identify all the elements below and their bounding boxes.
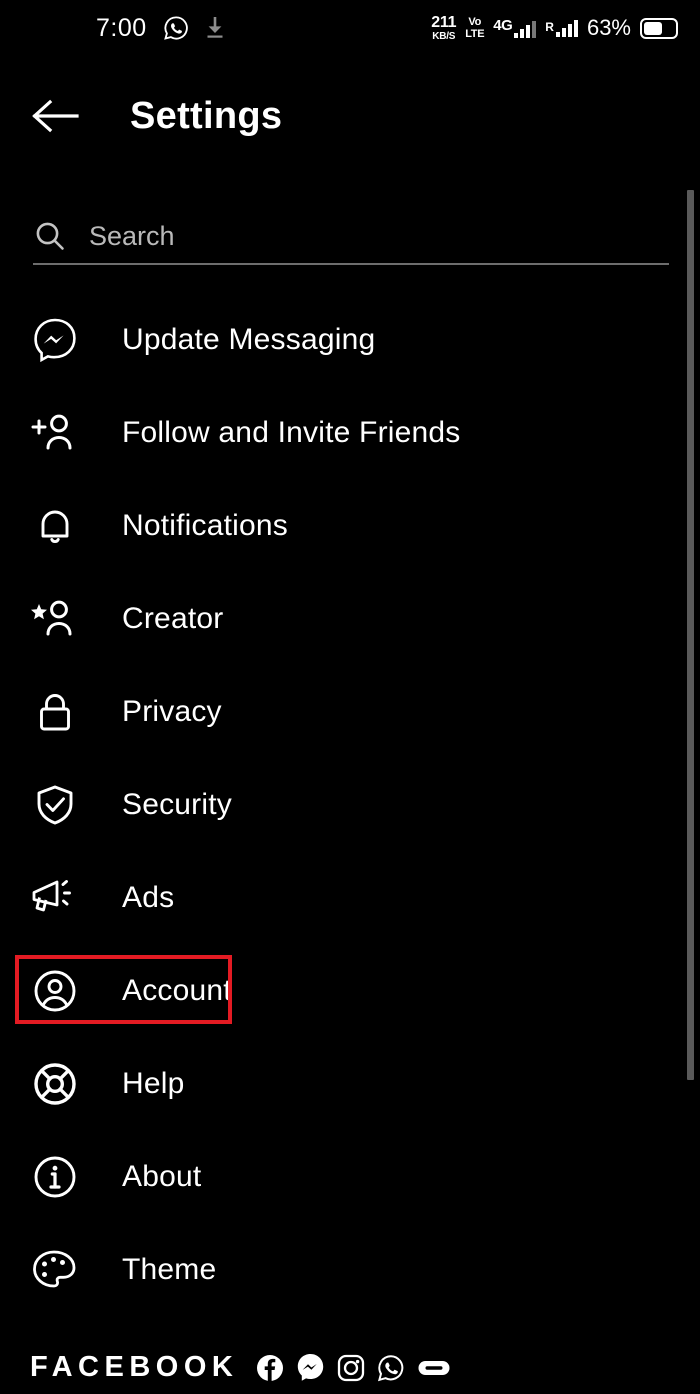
settings-item-label: Account <box>122 973 232 1007</box>
search-bar[interactable]: Search <box>33 210 669 265</box>
volte-line-1: Vo <box>468 15 482 28</box>
network-speed-unit: KB/S <box>432 30 456 42</box>
signal-bars-icon <box>514 20 537 38</box>
arrow-left-icon <box>29 96 81 136</box>
status-bar-left: 7:00 <box>96 15 225 41</box>
brand-icon-list <box>256 1353 451 1382</box>
status-bar: 7:00 211 KB/S Vo LTE 4G R 63% <box>0 0 700 56</box>
settings-item-label: Follow and Invite Friends <box>122 415 461 449</box>
settings-screen: 7:00 211 KB/S Vo LTE 4G R 63% Settings S… <box>0 0 700 1394</box>
person-add-icon <box>30 408 80 458</box>
volte-indicator: Vo LTE <box>465 15 485 40</box>
settings-item-label: Update Messaging <box>122 322 376 356</box>
mobile-signal-1: 4G <box>493 17 537 38</box>
settings-item-security[interactable]: Security <box>0 758 700 851</box>
person-star-icon <box>30 594 80 644</box>
app-header: Settings <box>0 74 700 158</box>
settings-item-label: Help <box>122 1066 185 1100</box>
settings-item-creator[interactable]: Creator <box>0 572 700 665</box>
network-speed-value: 211 <box>431 13 457 31</box>
footer-brand-bar: FACEBOOK <box>30 1351 451 1384</box>
search-input[interactable]: Search <box>89 221 175 252</box>
settings-item-label: Ads <box>122 880 175 914</box>
settings-item-about[interactable]: About <box>0 1130 700 1223</box>
settings-item-label: Notifications <box>122 508 289 542</box>
megaphone-icon <box>30 873 80 923</box>
settings-item-label: Privacy <box>122 694 222 728</box>
account-circle-icon <box>30 966 80 1016</box>
search-icon <box>33 219 67 253</box>
settings-item-label: Security <box>122 787 232 821</box>
settings-item-theme[interactable]: Theme <box>0 1223 700 1316</box>
life-ring-icon <box>30 1059 80 1109</box>
facebook-icon <box>256 1354 284 1382</box>
page-title: Settings <box>130 94 283 137</box>
vertical-scrollbar[interactable] <box>687 190 694 1080</box>
messenger-icon <box>30 315 80 365</box>
settings-item-ads[interactable]: Ads <box>0 851 700 944</box>
settings-item-follow-and-invite-friends[interactable]: Follow and Invite Friends <box>0 386 700 479</box>
lock-icon <box>30 687 80 737</box>
palette-icon <box>30 1245 80 1295</box>
settings-item-label: Creator <box>122 601 224 635</box>
info-circle-icon <box>30 1152 80 1202</box>
network-type-label: 4G <box>493 17 513 34</box>
bell-icon <box>30 501 80 551</box>
signal-bars-icon-2 <box>555 19 578 37</box>
facebook-wordmark: FACEBOOK <box>30 1351 239 1383</box>
battery-percent: 63% <box>586 15 631 40</box>
status-bar-right: 211 KB/S Vo LTE 4G R 63% <box>431 0 678 56</box>
download-icon <box>205 16 225 40</box>
settings-item-notifications[interactable]: Notifications <box>0 479 700 572</box>
battery-icon <box>640 17 678 39</box>
settings-item-privacy[interactable]: Privacy <box>0 665 700 758</box>
volte-line-2: LTE <box>465 27 485 40</box>
roaming-label: R <box>545 20 554 34</box>
search-underline <box>33 263 669 265</box>
whatsapp-icon <box>377 1354 405 1382</box>
settings-item-account[interactable]: Account <box>0 944 700 1037</box>
shield-check-icon <box>30 780 80 830</box>
instagram-icon <box>337 1354 365 1382</box>
messenger-icon <box>296 1353 325 1382</box>
oculus-icon <box>417 1357 451 1379</box>
back-button[interactable] <box>28 89 82 143</box>
settings-list: Update Messaging Follow and Invite Frien… <box>0 293 700 1316</box>
clock: 7:00 <box>96 13 147 42</box>
mobile-signal-2: R <box>545 19 578 37</box>
settings-item-label: Theme <box>122 1252 217 1286</box>
network-speed-indicator: 211 KB/S <box>431 13 457 42</box>
whatsapp-icon <box>163 15 189 41</box>
settings-item-help[interactable]: Help <box>0 1037 700 1130</box>
settings-item-update-messaging[interactable]: Update Messaging <box>0 293 700 386</box>
settings-item-label: About <box>122 1159 202 1193</box>
